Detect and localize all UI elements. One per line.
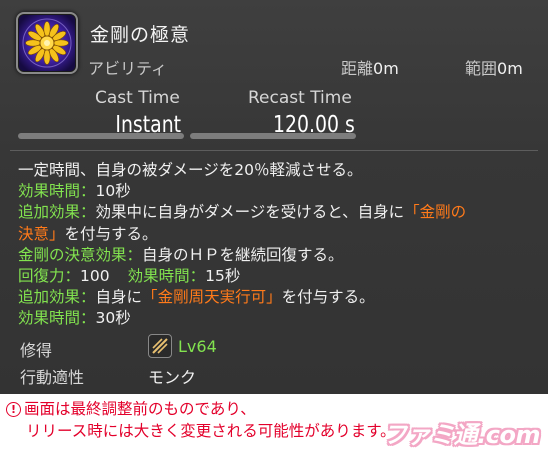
action-icon-frame (16, 12, 78, 74)
colon: ： (80, 288, 96, 307)
disclaimer-text-2: リリース時には大きく変更される可能性があります。 (26, 422, 396, 440)
description-line: 金剛の決意効果：自身のＨＰを継続回復する。 (18, 245, 538, 266)
description-line: 決意」を付与する。 (18, 224, 538, 245)
description-line: 効果時間：10秒 (18, 181, 538, 202)
acquired-label: 修得 (20, 341, 53, 360)
logo-text: ファミ通.com (383, 420, 540, 449)
extra-effect-text: 効果中に自身がダメージを受けると、自身に (95, 203, 405, 222)
status-name: 決意 (18, 224, 50, 243)
quote-close: 」 (49, 224, 65, 243)
range-value: 0m (497, 59, 523, 78)
distance-stat: 距離0m (341, 55, 399, 79)
range-stat: 範囲0m (465, 55, 523, 79)
duration-value: 15秒 (205, 266, 241, 285)
famitsu-logo: ファミ通.com (383, 418, 540, 449)
distance-value: 0m (373, 59, 399, 78)
action-type: アビリティ (88, 59, 168, 78)
status-name: 金剛周天実行可 (157, 288, 267, 307)
monk-emblem-icon (152, 338, 168, 354)
action-description: 一定時間、自身の被ダメージを20％軽減させる。 効果時間：10秒 追加効果：効果… (18, 160, 538, 330)
extra-effect-text: 自身に (95, 288, 143, 307)
status-name: 金剛の (419, 203, 467, 222)
extra-effect-text: を付与する。 (281, 288, 375, 307)
cast-time-bar (18, 133, 184, 139)
description-text: 一定時間、自身の被ダメージを20％軽減させる。 (18, 161, 363, 179)
potency-value: 100 (80, 266, 110, 285)
duration-value: 30秒 (95, 309, 131, 328)
colon: ： (80, 182, 96, 201)
disclaimer-text-1: 画面は最終調整前のものであり、 (24, 400, 256, 418)
extra-effect-label: 追加効果 (18, 203, 81, 222)
extra-effect-label: 追加効果 (18, 288, 81, 307)
divider-top (10, 150, 538, 151)
colon: ： (80, 309, 96, 328)
warning-icon: ! (6, 402, 21, 417)
duration-label: 効果時間 (18, 309, 81, 328)
affinity-value: モンク (148, 368, 197, 387)
colon: ： (80, 203, 96, 222)
colon: ： (64, 266, 81, 285)
colon: ： (126, 245, 143, 264)
recast-time-label: Recast Time (248, 88, 352, 108)
description-line: 追加効果：自身に「金剛周天実行可」を付与する。 (18, 287, 538, 308)
quote-open: 「 (142, 288, 158, 307)
disclaimer-line-2: リリース時には大きく変更される可能性があります。 (6, 420, 396, 442)
cast-time-label: Cast Time (95, 88, 180, 108)
quote-open: 「 (404, 203, 420, 222)
description-line: 追加効果：効果中に自身がダメージを受けると、自身に「金剛の (18, 202, 538, 223)
potency-label: 回復力 (18, 266, 65, 285)
description-line: 効果時間：30秒 (18, 308, 538, 329)
quote-close: 」 (266, 288, 282, 307)
recast-time-bar (190, 133, 356, 139)
disclaimer-notice: ! 画面は最終調整前のものであり、 リリース時には大きく変更される可能性があります… (6, 398, 396, 442)
monk-job-icon (148, 334, 172, 358)
acquired-level: Lv64 (178, 337, 217, 356)
colon: ： (189, 266, 206, 285)
description-line: 一定時間、自身の被ダメージを20％軽減させる。 (18, 160, 538, 181)
status-effect-label: 金剛の決意効果 (18, 245, 127, 264)
extra-effect-text: を付与する。 (64, 224, 158, 243)
action-tooltip: 金剛の極意 アビリティ 距離0m 範囲0m Cast Time Instant … (0, 0, 548, 394)
vajra-lotus-icon (19, 15, 75, 71)
action-name: 金剛の極意 (90, 24, 191, 46)
description-line: 回復力：100 効果時間：15秒 (18, 266, 538, 287)
duration-label: 効果時間 (127, 266, 190, 285)
status-effect-text: 自身のＨＰを継続回復する。 (142, 245, 344, 264)
range-label: 範囲 (465, 59, 498, 78)
affinity-label: 行動適性 (20, 368, 85, 387)
duration-value: 10秒 (95, 182, 131, 201)
disclaimer-line-1: ! 画面は最終調整前のものであり、 (6, 398, 396, 420)
distance-label: 距離 (341, 59, 374, 78)
duration-label: 効果時間 (18, 182, 81, 201)
